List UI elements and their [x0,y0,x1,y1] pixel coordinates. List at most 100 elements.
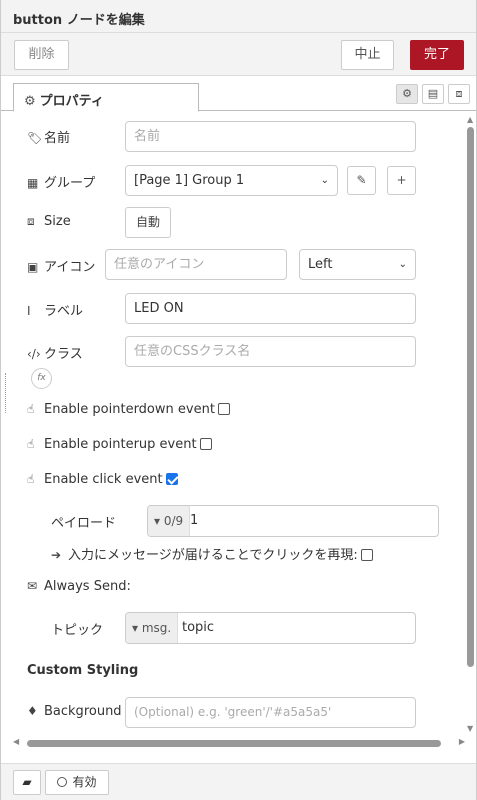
vertical-scrollbar[interactable]: ▲ ▼ [466,115,475,733]
icon-input[interactable]: 任意のアイコン [105,249,287,280]
emulate-checkbox[interactable] [360,549,373,561]
class-label: クラス [44,347,83,362]
row-click: ☝ Enable click event [27,472,417,492]
payload-type-select[interactable]: ▾ 0/9 [148,506,191,536]
settings-tab-icon[interactable]: ⚙ [396,84,418,104]
group-select[interactable]: [Page 1] Group 1 ⌄ [125,165,338,196]
book-icon: ▰ [22,775,32,789]
picture-icon: ▣ [27,260,39,274]
icon-label: アイコン [44,260,96,275]
name-label: 名前 [44,131,71,146]
topic-type-select[interactable]: ▾ msg. [126,613,179,643]
pointerup-checkbox[interactable] [199,438,212,450]
payload-value: 1 [190,513,199,528]
pointerdown-label: Enable pointerdown event [44,402,215,417]
topic-type: msg. [141,621,172,635]
caret-down-icon: ▾ [154,514,161,528]
group-label: グループ [44,176,96,191]
background-label: Background [44,704,122,719]
size-button[interactable]: 自動 [125,207,171,238]
scroll-right-icon[interactable]: ▶ [459,737,465,746]
drop-icon: ♦ [27,704,38,718]
row-emulate: ➔ 入力にメッセージが届けることでクリックを再現: [27,544,417,564]
chevron-down-icon: ⌄ [398,259,407,270]
emulate-label: 入力にメッセージが届けることでクリックを再現: [68,548,358,563]
chevron-down-icon: ⌄ [320,175,329,186]
class-input[interactable]: 任意のCSSクラス名 [125,336,416,367]
horizontal-scroll-thumb[interactable] [27,740,441,747]
gear-icon: ⚙ [24,94,36,109]
description-tab-icon[interactable]: ▤ [422,84,444,104]
tab-icon-group: ⚙ ▤ ⧈ [392,84,470,104]
tab-properties[interactable]: ⚙ プロパティ [13,83,199,112]
node-edit-tray: button ノードを編集 削除 中止 完了 ⚙ プロパティ ⚙ ▤ ⧈ 🏷 名前 名前… [0,0,477,800]
topic-label: トピック [51,623,104,638]
arrow-right-icon: ➔ [51,548,62,562]
hand-pointer-icon: ☝ [27,402,35,416]
enabled-label: 有効 [72,775,97,789]
text-cursor-icon: I [27,304,31,318]
tabs-bar: ⚙ プロパティ ⚙ ▤ ⧈ [1,76,476,112]
cancel-button[interactable]: 中止 [341,40,394,70]
row-pointerup: ☝ Enable pointerup event [27,437,417,457]
row-pointerdown: ☝ Enable pointerdown event [27,402,417,422]
label-input[interactable]: LED ON [125,293,416,324]
payload-typed-input[interactable]: ▾ 0/9 1 [147,505,439,537]
click-label: Enable click event [44,472,163,487]
always-send-label: Always Send: [44,579,131,594]
click-checkbox[interactable] [165,473,178,485]
row-label: I ラベル LED ON [27,293,417,325]
table-icon: ▦ [27,176,39,190]
delete-button[interactable]: 削除 [14,40,69,70]
name-input[interactable]: 名前 [125,121,416,152]
icon-position-value: Left [308,257,333,272]
row-class: ‹/› クラス 任意のCSSクラス名 fx [27,336,417,394]
topic-value: topic [182,620,215,635]
payload-label: ペイロード [51,516,117,531]
tab-properties-label: プロパティ [39,94,104,109]
tray-toolbar: 削除 中止 完了 [1,33,476,76]
enabled-toggle[interactable]: 有効 [45,770,109,795]
fx-button[interactable]: fx [31,368,52,389]
horizontal-scrollbar[interactable]: ◀ ▶ [13,737,465,749]
edit-group-button[interactable]: ✎ [347,166,376,195]
help-button[interactable]: ▰ [13,770,41,795]
plus-icon: + [396,173,407,187]
resize-handle[interactable] [5,373,7,413]
size-label: Size [44,214,71,229]
tag-icon: 🏷 [27,131,43,145]
row-payload: ペイロード ▾ 0/9 1 [27,505,439,537]
topic-typed-input[interactable]: ▾ msg. topic [125,612,416,644]
scroll-left-icon[interactable]: ◀ [13,737,19,746]
row-name: 🏷 名前 名前 [27,121,417,153]
scroll-down-icon[interactable]: ▼ [467,724,473,733]
pencil-icon: ✎ [356,173,367,187]
properties-panel: 🏷 名前 名前 ▦ グループ [Page 1] Group 1 ⌄ ✎ + ⧈ Siz… [13,111,465,741]
row-size: ⧈ Size 自動 [27,207,417,239]
done-button[interactable]: 完了 [410,40,464,70]
hand-pointer-icon: ☝ [27,472,35,486]
appearance-tab-icon[interactable]: ⧈ [448,84,470,104]
row-background: ♦ Background (Optional) e.g. 'green'/'#a5… [27,697,417,729]
custom-styling-title: Custom Styling [27,663,139,678]
envelope-icon: ✉ [27,579,38,593]
tray-title: button ノードを編集 [1,0,476,33]
size-icon: ⧈ [27,214,35,228]
pointerup-label: Enable pointerup event [44,437,197,452]
circle-icon [57,777,68,787]
label-label: ラベル [44,304,84,319]
row-group: ▦ グループ [Page 1] Group 1 ⌄ ✎ + [27,165,417,197]
group-select-value: [Page 1] Group 1 [134,173,245,188]
background-input[interactable]: (Optional) e.g. 'green'/'#a5a5a5' [125,697,416,728]
caret-down-icon: ▾ [132,621,139,635]
add-group-button[interactable]: + [387,166,416,195]
code-icon: ‹/› [27,347,41,361]
row-topic: トピック ▾ msg. topic [27,612,417,644]
row-always-send: ✉ Always Send: [27,579,417,599]
scroll-up-icon[interactable]: ▲ [467,115,473,124]
pointerdown-checkbox[interactable] [217,403,230,415]
payload-type: 0/9 [163,514,184,528]
tray-footer: ▰ 有効 [1,763,476,800]
vertical-scroll-thumb[interactable] [467,127,474,667]
icon-position-select[interactable]: Left ⌄ [299,249,416,280]
